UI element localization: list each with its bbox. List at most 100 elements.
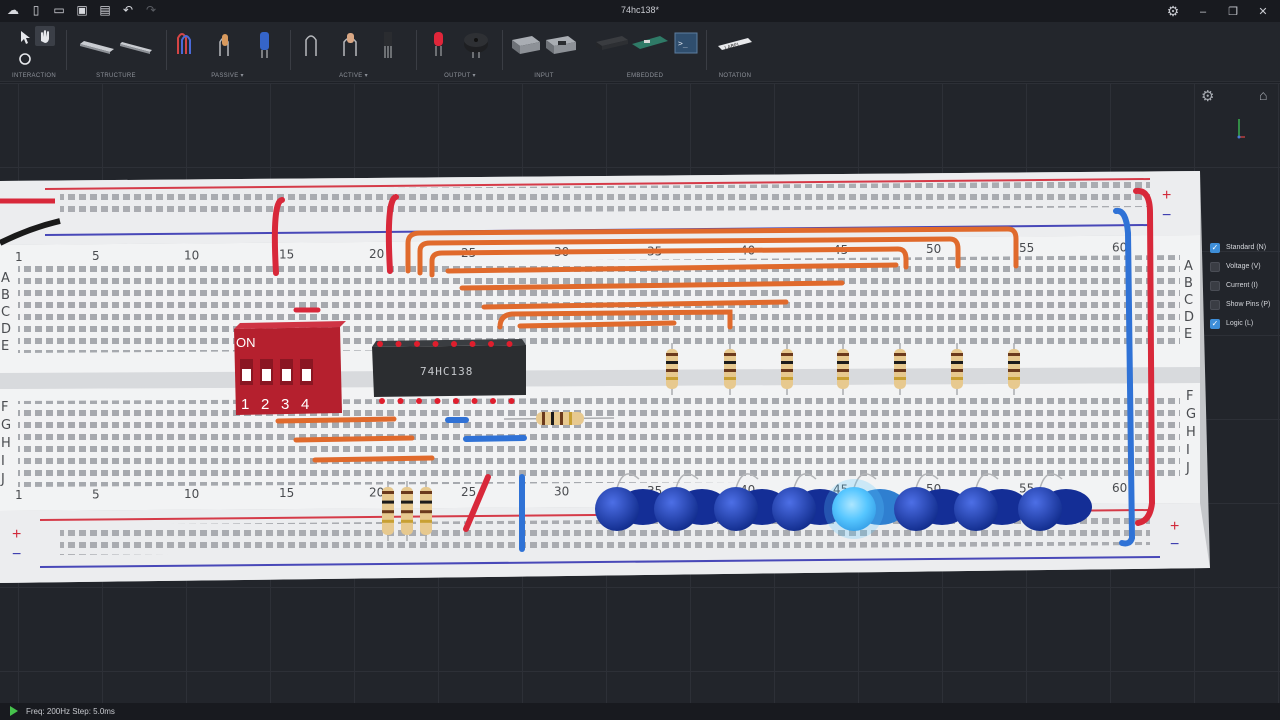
chip-pin-top[interactable]	[451, 341, 457, 347]
buzzer-component-icon[interactable]	[464, 33, 488, 58]
group-interaction: INTERACTION	[8, 22, 60, 82]
chip-pin-bottom[interactable]	[379, 398, 385, 404]
wire-orange-i[interactable]	[275, 416, 397, 424]
resistor[interactable]	[781, 343, 793, 395]
dip-on-label: ON	[236, 335, 256, 350]
chip-pin-bottom[interactable]	[416, 398, 422, 404]
chip-pin-top[interactable]	[488, 341, 494, 347]
rail-plus-bottom-left: +	[12, 526, 21, 543]
view-option-logic[interactable]: ✓ Logic (L)	[1210, 314, 1270, 333]
row-letter-right: A	[1184, 259, 1193, 274]
output-led-icon[interactable]	[434, 32, 443, 56]
dip-key-toggle[interactable]	[242, 369, 251, 381]
settings-gear-icon[interactable]: ⚙	[1166, 3, 1180, 20]
checkbox-show-pins[interactable]	[1210, 299, 1220, 310]
switch-component-icon[interactable]	[512, 36, 540, 54]
resistor[interactable]	[951, 343, 963, 395]
capacitor-component-icon[interactable]	[260, 32, 269, 58]
resistor[interactable]	[1008, 343, 1020, 395]
checkbox-logic[interactable]: ✓	[1210, 318, 1220, 329]
row-letter-right: B	[1184, 276, 1193, 291]
checkbox-voltage[interactable]	[1210, 261, 1220, 272]
label-notation-icon[interactable]: LABEL	[718, 38, 752, 52]
chip-pin-bottom[interactable]	[490, 398, 496, 404]
column-number-top: 20	[369, 247, 384, 261]
resistor[interactable]	[837, 343, 849, 395]
ic-74hc138[interactable]: 74HC138	[372, 339, 526, 404]
column-number-top: 55	[1019, 241, 1034, 255]
column-number-bottom: 5	[92, 487, 100, 501]
row-letter-right: C	[1184, 293, 1193, 308]
column-number-bottom: 15	[279, 486, 294, 500]
chip-pin-bottom[interactable]	[434, 398, 441, 404]
chip-pin-top[interactable]	[469, 341, 476, 347]
chip-pin-top[interactable]	[432, 341, 439, 347]
group-label-output[interactable]: OUTPUT ▾	[420, 72, 500, 79]
view-option-show-pins[interactable]: Show Pins (P)	[1210, 295, 1270, 314]
interaction-tools	[19, 26, 55, 65]
chip-pin-bottom[interactable]	[397, 398, 404, 404]
breadboard-tool-icon[interactable]	[80, 41, 114, 54]
dip-key-toggle[interactable]	[262, 369, 271, 381]
wire-orange-h[interactable]	[517, 320, 677, 329]
wire-orange-k[interactable]	[312, 455, 435, 463]
3d-viewport[interactable]: ⚙ ⌂ 1 5 10 15 20 25 30 35 40 45 50 55 60…	[0, 83, 1280, 703]
terminal-component-icon[interactable]: >_	[674, 32, 698, 54]
column-number-top: 15	[279, 248, 294, 262]
hand-tool-icon[interactable]	[35, 26, 55, 46]
chip-pin-bottom[interactable]	[508, 398, 515, 404]
chip-pin-bottom[interactable]	[453, 398, 459, 404]
close-button[interactable]: ✕	[1256, 5, 1270, 18]
view-option-current[interactable]: Current (I)	[1210, 276, 1270, 295]
chip-pin-top[interactable]	[506, 341, 513, 347]
column-number-bottom: 30	[554, 484, 569, 498]
breadboard-scene[interactable]: 1 5 10 15 20 25 30 35 40 45 50 55 60 1 5 10 15 20 25 30 35 4…	[0, 83, 1280, 703]
column-number-bottom: 25	[461, 485, 476, 499]
wire-tool-icon[interactable]	[19, 53, 31, 65]
chip-pin-bottom[interactable]	[471, 398, 478, 404]
led-component-icon[interactable]	[343, 33, 357, 56]
breadboard-half-tool-icon[interactable]	[120, 42, 152, 54]
microcontroller-board-icon[interactable]	[632, 36, 668, 49]
diode-component-icon[interactable]	[305, 35, 317, 56]
transistor-component-icon[interactable]	[384, 32, 392, 58]
row-letter-left: J	[0, 472, 5, 487]
resistor[interactable]	[420, 481, 432, 541]
column-number-top: 5	[92, 249, 100, 263]
resistor[interactable]	[382, 481, 394, 541]
row-letter-right: I	[1186, 443, 1190, 458]
checkbox-current[interactable]	[1210, 280, 1220, 291]
resistor-component-icon[interactable]	[219, 34, 229, 56]
group-label-structure: STRUCTURE	[96, 73, 136, 79]
resistor[interactable]	[666, 343, 678, 395]
view-option-voltage[interactable]: Voltage (V)	[1210, 257, 1270, 276]
resistor[interactable]	[724, 343, 736, 395]
group-label-passive[interactable]: PASSIVE ▾	[170, 72, 285, 79]
chip-pin-top[interactable]	[414, 341, 420, 347]
view-option-standard[interactable]: ✓ Standard (N)	[1210, 238, 1270, 257]
resistor[interactable]	[401, 481, 413, 541]
rail-minus-bottom-right: −	[1170, 536, 1179, 553]
dip-switch[interactable]: ON 1234	[234, 321, 346, 415]
chip-pin-top[interactable]	[395, 341, 402, 347]
jumper-blue-2[interactable]	[463, 435, 527, 442]
group-label-active[interactable]: ACTIVE ▾	[296, 72, 411, 79]
status-text: Freq: 200Hz Step: 5.0ms	[26, 707, 115, 716]
chip-pin-top[interactable]	[377, 341, 383, 347]
row-letter-right: D	[1184, 310, 1194, 325]
resistor[interactable]	[894, 343, 906, 395]
select-arrow-icon[interactable]	[21, 31, 30, 44]
dip-key-toggle[interactable]	[302, 369, 311, 381]
minimize-button[interactable]: –	[1196, 6, 1210, 18]
restore-button[interactable]: ❐	[1226, 5, 1240, 18]
component-toolbar: INTERACTION STRUCTURE PASSIVE ▾ ACTIVE ▾	[0, 22, 1280, 82]
wire-orange-j[interactable]	[293, 435, 415, 443]
wire-component-icon[interactable]	[177, 33, 191, 54]
status-bar: Freq: 200Hz Step: 5.0ms	[0, 703, 1280, 720]
dip-key-toggle[interactable]	[282, 369, 291, 381]
ic-chip-component-icon[interactable]	[596, 36, 628, 50]
dip-number: 1	[241, 396, 249, 413]
pushbutton-component-icon[interactable]	[546, 36, 576, 54]
checkbox-standard[interactable]: ✓	[1210, 242, 1220, 253]
play-simulation-icon[interactable]	[10, 706, 18, 716]
